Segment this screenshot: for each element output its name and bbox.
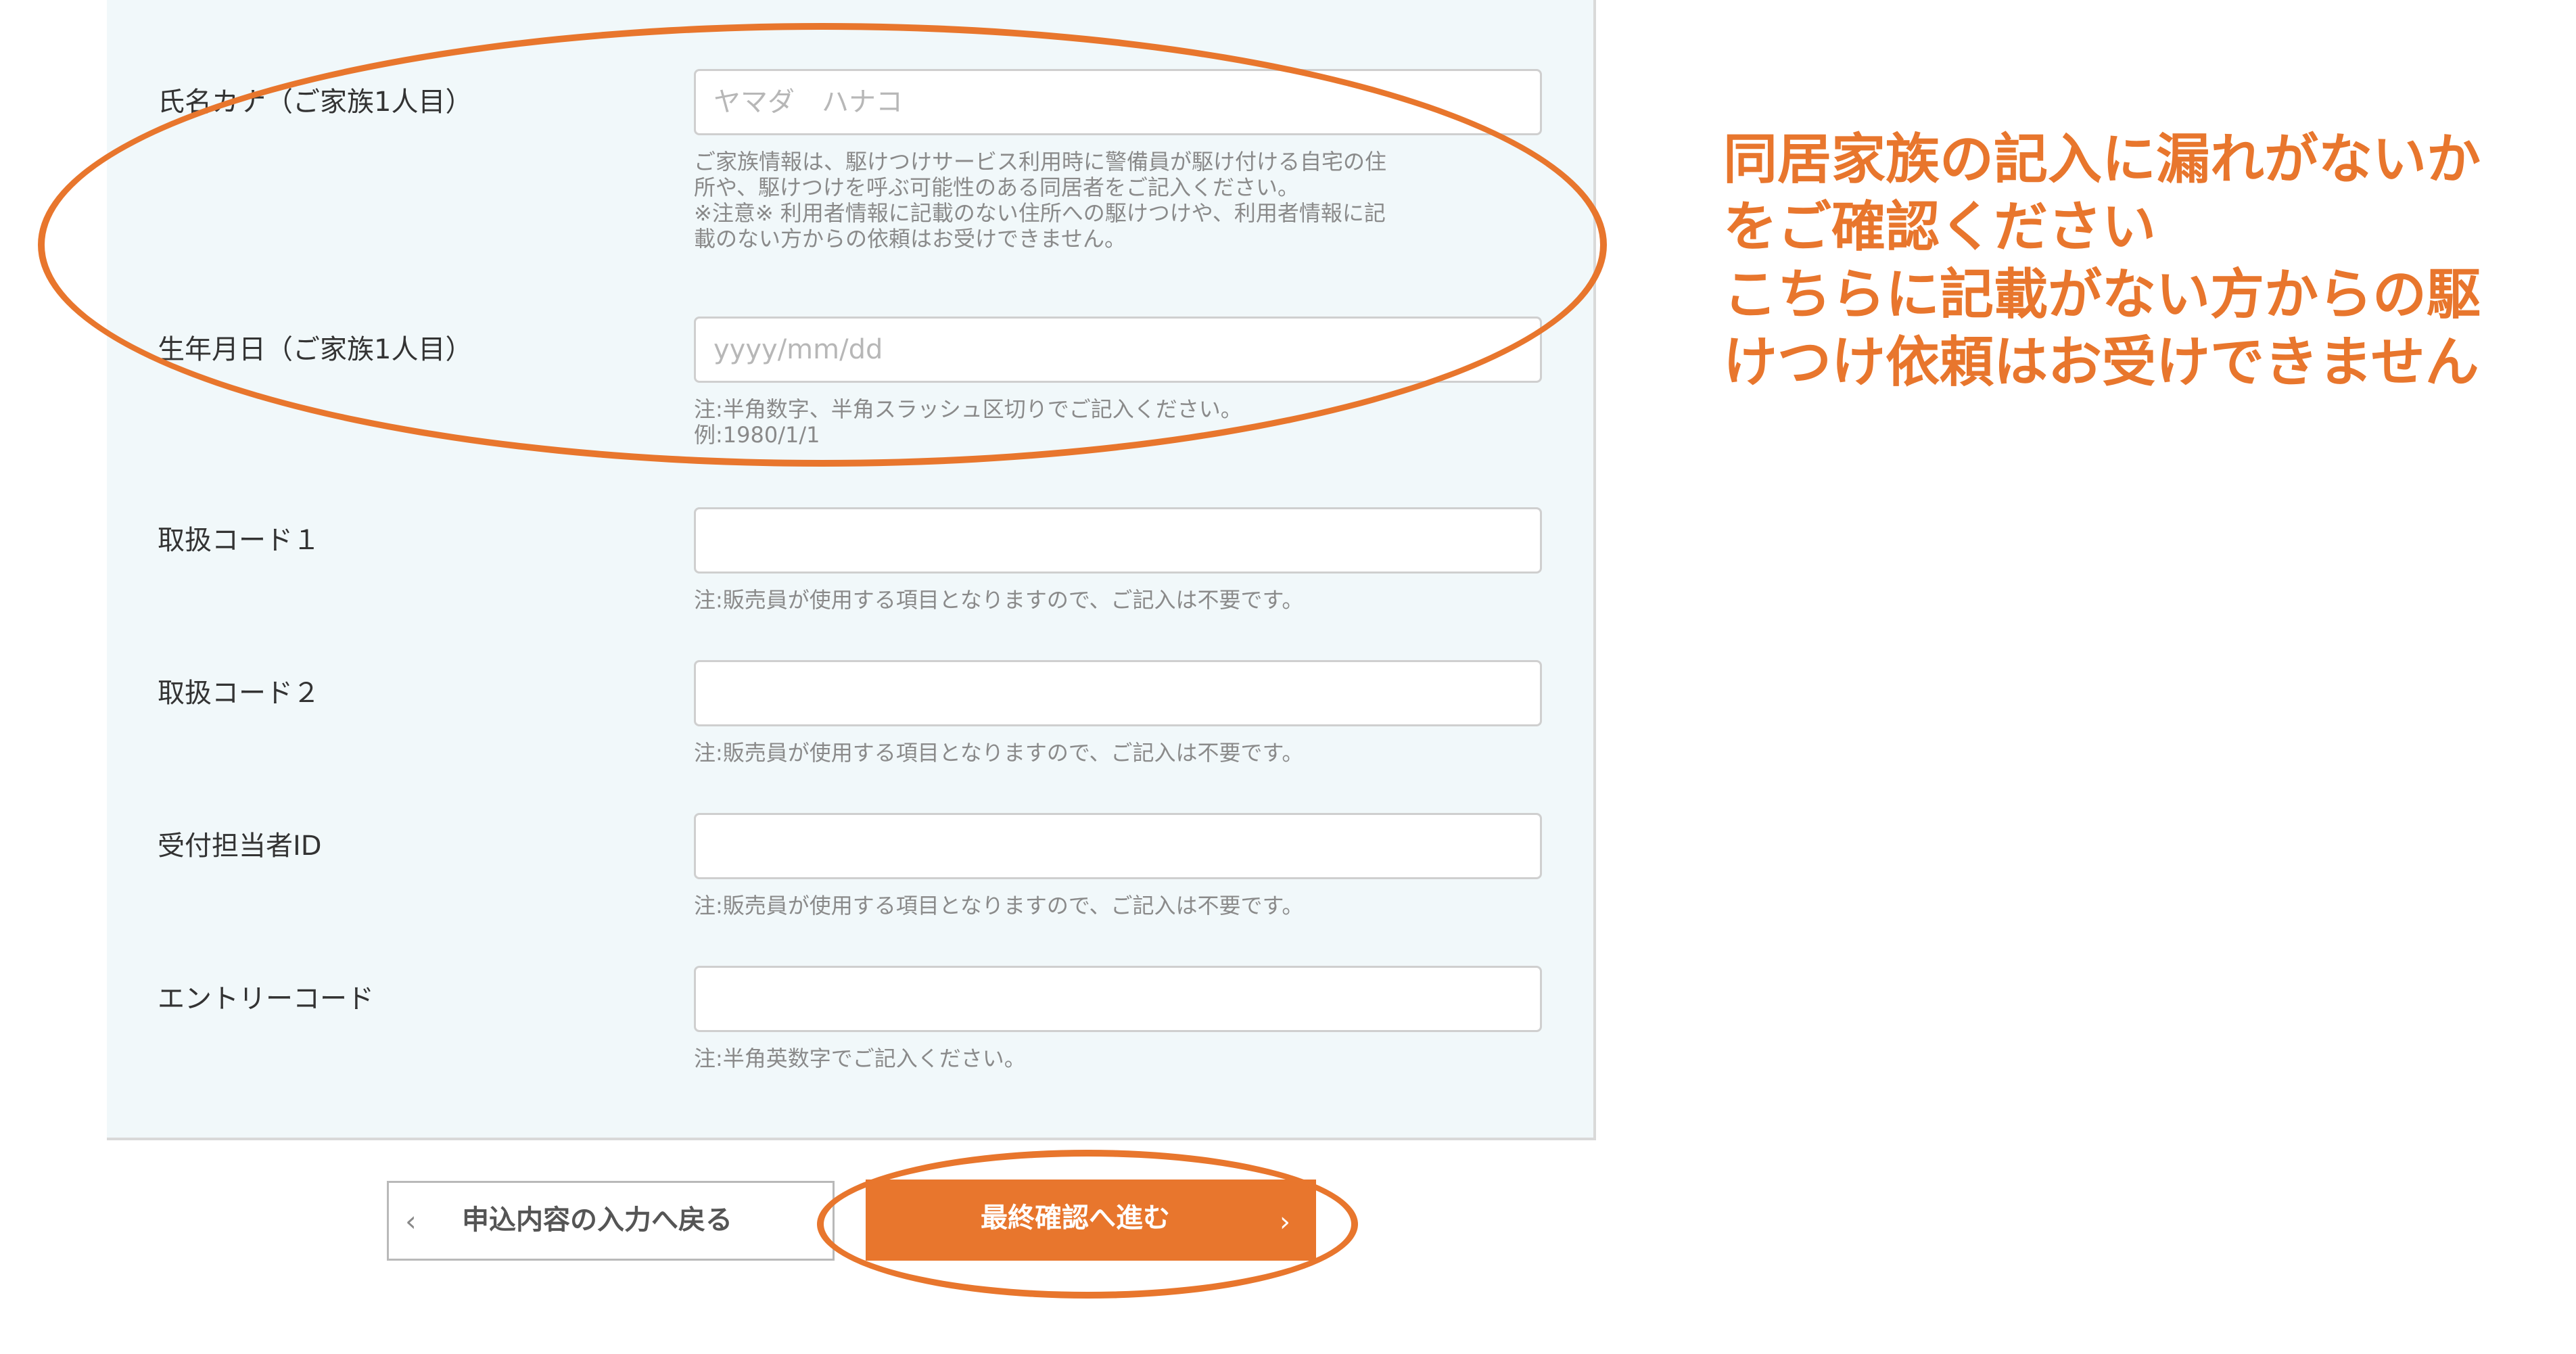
note-line: ご家族情報は、駆けつけサービス利用時に警備員が駆け付ける自宅の住 [694, 149, 1387, 174]
annotation-callout: 同居家族の記入に漏れがないか をご確認ください こちらに記載がない方からの駆 け… [1723, 126, 2562, 396]
field-note: ご家族情報は、駆けつけサービス利用時に警備員が駆け付ける自宅の住 所や、駆けつけ… [694, 149, 1573, 252]
note-line: 注:販売員が使用する項目となりますので、ご記入は不要です。 [694, 740, 1304, 766]
chevron-right-icon: › [1280, 1207, 1290, 1238]
field-label: エントリーコード [158, 983, 374, 1014]
annotation-line: こちらに記載がない方からの駆 [1723, 263, 2481, 326]
note-line: 注:半角数字、半角スラッシュ区切りでご記入ください。 [694, 396, 1242, 422]
handling-code-1-input[interactable] [694, 507, 1542, 574]
note-line: 例:1980/1/1 [694, 422, 820, 448]
field-note: 注:販売員が使用する項目となりますので、ご記入は不要です。 [694, 893, 1573, 918]
back-to-application-input-button[interactable]: ‹ 申込内容の入力へ戻る [387, 1181, 835, 1261]
back-button-label: 申込内容の入力へ戻る [462, 1205, 732, 1236]
note-line: ※注意※ 利用者情報に記載のない住所への駆けつけや、利用者情報に記 [694, 200, 1386, 226]
next-button-label: 最終確認へ進む [981, 1203, 1170, 1234]
proceed-to-final-confirmation-button[interactable]: 最終確認へ進む › [866, 1180, 1316, 1261]
field-note: 注:半角英数字でご記入ください。 [694, 1046, 1573, 1071]
field-label: 氏名カナ（ご家族1人目） [158, 87, 473, 118]
annotation-line: をご確認ください [1723, 195, 2156, 258]
note-line: 注:販売員が使用する項目となりますので、ご記入は不要です。 [694, 587, 1304, 613]
handling-code-2-input[interactable] [694, 660, 1542, 726]
note-line: 注:半角英数字でご記入ください。 [694, 1046, 1026, 1071]
field-label: 受付担当者ID [158, 831, 322, 862]
entry-code-input[interactable] [694, 966, 1542, 1032]
reception-staff-id-input[interactable] [694, 813, 1542, 879]
family-name-kana-input[interactable] [694, 69, 1542, 135]
chevron-left-icon: ‹ [405, 1205, 417, 1238]
annotation-line: 同居家族の記入に漏れがないか [1723, 128, 2481, 191]
field-label: 取扱コード２ [158, 678, 320, 709]
field-note: 注:販売員が使用する項目となりますので、ご記入は不要です。 [694, 587, 1573, 613]
family-birthdate-input[interactable] [694, 317, 1542, 383]
field-label: 生年月日（ご家族1人目） [158, 334, 473, 365]
note-line: 載のない方からの依頼はお受けできません。 [694, 226, 1127, 252]
note-line: 注:販売員が使用する項目となりますので、ご記入は不要です。 [694, 893, 1304, 918]
annotation-line: けつけ依頼はお受けできません [1723, 331, 2479, 394]
panel-edge-gap [104, 818, 107, 883]
screen: 氏名カナ（ご家族1人目） ご家族情報は、駆けつけサービス利用時に警備員が駆け付け… [0, 0, 2576, 1354]
field-note: 注:半角数字、半角スラッシュ区切りでご記入ください。 例:1980/1/1 [694, 396, 1573, 448]
field-label: 取扱コード１ [158, 525, 320, 556]
field-note: 注:販売員が使用する項目となりますので、ご記入は不要です。 [694, 740, 1573, 766]
note-line: 所や、駆けつけを呼ぶ可能性のある同居者をご記入ください。 [694, 174, 1300, 200]
form-panel: 氏名カナ（ご家族1人目） ご家族情報は、駆けつけサービス利用時に警備員が駆け付け… [107, 0, 1596, 1140]
